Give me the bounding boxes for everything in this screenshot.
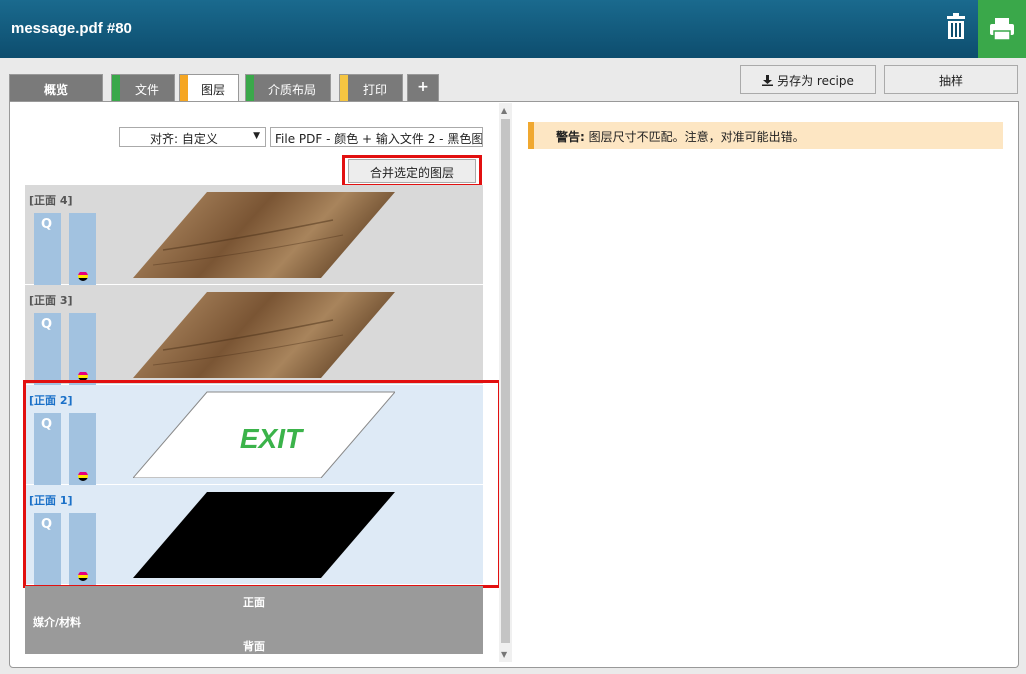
save-as-recipe-button[interactable]: 另存为 recipe [740,65,876,94]
cmyk-icon [78,271,88,281]
tab-label: 介质布局 [267,83,316,97]
scroll-down-icon[interactable]: ▼ [501,650,507,659]
tab-label: 打印 [362,83,387,97]
media-footer: 正面 媒介/材料 背面 [25,586,483,654]
scrollbar-thumb[interactable] [501,119,510,643]
tab-label: 文件 [134,83,159,97]
file-source-field[interactable]: File PDF - 颜色 + 输入文件 2 - 黑色图 [270,127,483,147]
app-header: message.pdf #80 [0,0,1026,58]
tab-print[interactable]: 打印 [339,74,403,102]
layer-row[interactable]: [正面 4] Q [25,185,483,285]
warning-message: 图层尺寸不匹配。注意，对准可能出错。 [584,130,805,144]
tab-layers[interactable]: 图层 [179,74,239,103]
download-icon [762,75,774,86]
document-title: message.pdf #80 [11,20,132,37]
trash-icon [947,13,965,39]
align-select-value: 对齐: 自定义 [150,132,218,146]
layers-scrollbar[interactable]: ▲ ▼ [499,103,512,662]
tab-media-layout[interactable]: 介质布局 [245,74,331,102]
layer-preview-wood [133,192,395,278]
highlight-box-merge [342,155,482,187]
print-button[interactable] [978,0,1026,58]
delete-button[interactable] [938,10,974,46]
quality-icon: Q [41,317,53,332]
highlight-box-layers [23,380,501,588]
plus-icon: + [417,79,429,95]
layer-row[interactable]: [正面 3] Q [25,285,483,385]
tab-files[interactable]: 文件 [111,74,175,102]
file-source-value: File PDF - 颜色 + 输入文件 2 - 黑色图 [275,132,483,146]
dropdown-arrow-icon: ▼ [253,131,260,141]
layer-title: [正面 3] [29,294,73,307]
back-label: 背面 [243,640,265,653]
media-label: 媒介/材料 [33,616,82,629]
layer-title: [正面 4] [29,194,73,207]
front-label: 正面 [243,596,265,609]
tab-label: 概览 [43,83,68,97]
layer-quality-bar[interactable]: Q [34,313,61,385]
warning-banner: 警告: 图层尺寸不匹配。注意，对准可能出错。 [528,122,1003,149]
quality-icon: Q [41,217,53,232]
tab-overview[interactable]: 概览 [9,74,103,102]
tab-label: 图层 [200,83,225,97]
save-as-recipe-label: 另存为 recipe [777,74,854,88]
sample-label: 抽样 [938,74,963,88]
tab-add[interactable]: + [407,74,439,102]
layer-preview-wood [133,292,395,378]
align-select[interactable]: 对齐: 自定义 ▼ [119,127,266,147]
sample-button[interactable]: 抽样 [884,65,1018,94]
scroll-up-icon[interactable]: ▲ [501,106,507,115]
layer-quality-bar[interactable]: Q [34,213,61,285]
warning-title: 警告: [556,130,585,144]
printer-icon [990,18,1014,41]
